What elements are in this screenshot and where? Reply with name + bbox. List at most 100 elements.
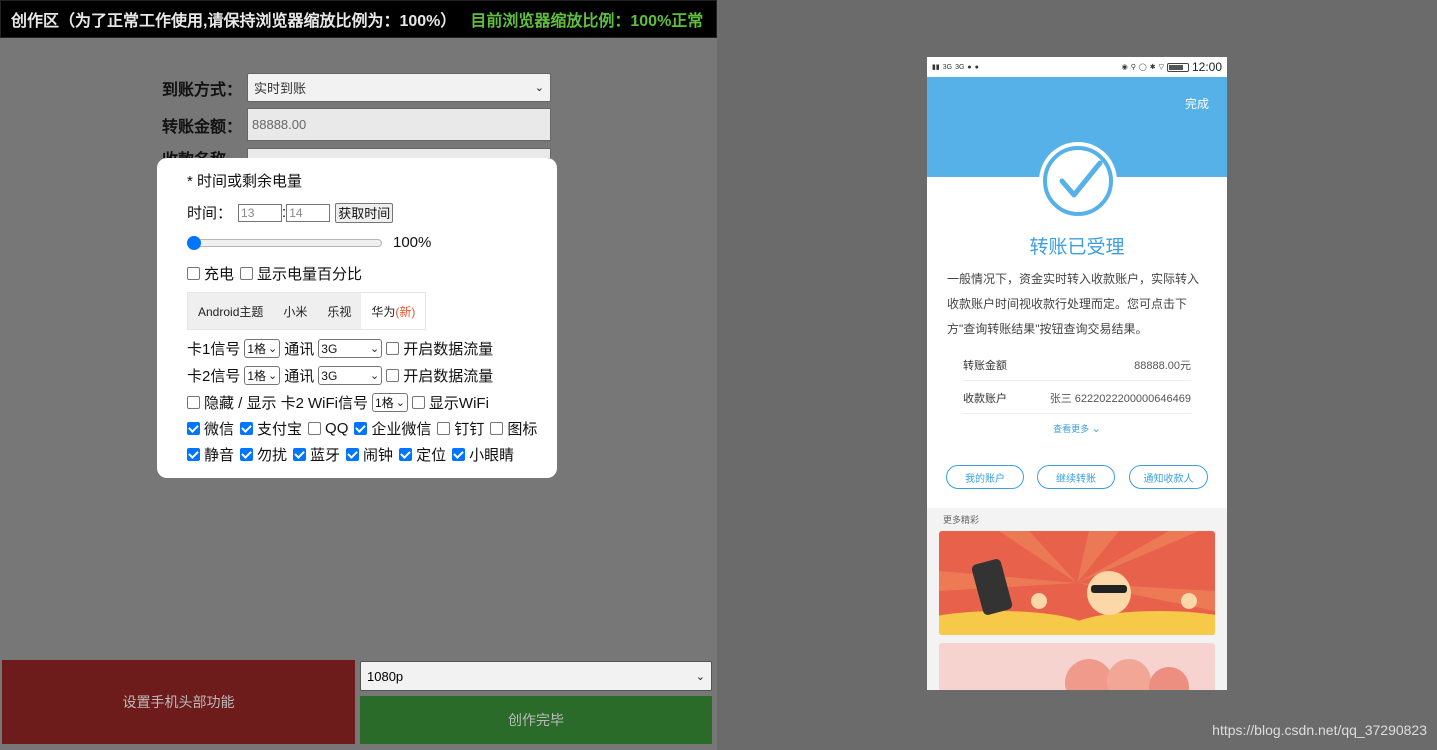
- view-more-label: 查看更多: [1053, 424, 1090, 434]
- show-wifi-checkbox[interactable]: [411, 396, 425, 409]
- name-input[interactable]: [247, 148, 551, 158]
- sim2-network-label: 通讯: [284, 368, 315, 385]
- dnd-checkbox[interactable]: [240, 448, 254, 461]
- location-checkbox[interactable]: [399, 448, 413, 461]
- mute-checkbox[interactable]: [187, 448, 200, 461]
- chevron-down-icon: ⌄: [268, 370, 278, 382]
- sim1-network-label: 通讯: [284, 341, 315, 358]
- phone-preview: ▮▮ 3G 3G ● ● ◉ ⚲ ◯ ✱ ▽ 12:00 完成 转账已受理 一般…: [927, 57, 1227, 690]
- sim1-network-value: 3G: [321, 341, 338, 356]
- battery-slider[interactable]: [187, 235, 382, 250]
- qq-checkbox[interactable]: [308, 422, 322, 435]
- shake-banner-illustration: [939, 531, 1215, 635]
- watermark: https://blog.csdn.net/qq_37290823: [1212, 722, 1427, 738]
- sim1-signal-value: 1格: [247, 342, 267, 356]
- sim2-signal-value: 1格: [247, 369, 267, 383]
- sim1-data-label: 开启数据流量: [403, 341, 494, 358]
- charging-checkbox[interactable]: [187, 267, 200, 280]
- get-time-button[interactable]: 获取时间: [335, 202, 394, 223]
- chevron-down-icon: ⌄: [370, 343, 380, 355]
- method-select[interactable]: 实时到账 ⌄: [247, 73, 551, 102]
- new-badge: (新): [395, 304, 416, 319]
- tab-huawei[interactable]: 华为 (新): [361, 293, 426, 329]
- sim2-data-checkbox[interactable]: [386, 369, 400, 382]
- icon-checkbox[interactable]: [490, 422, 504, 435]
- statusbar-left: ▮▮ 3G 3G ● ●: [932, 63, 979, 72]
- bluetooth-checkbox[interactable]: [293, 448, 307, 461]
- amount-input[interactable]: 88888.00: [247, 108, 551, 141]
- method-row: 到账方式： 实时到账 ⌄: [162, 73, 551, 102]
- set-phone-header-button[interactable]: 设置手机头部功能: [2, 660, 355, 744]
- hour-input[interactable]: 13: [238, 203, 283, 222]
- location-icon: ⚲: [1130, 64, 1136, 71]
- alarm-checkbox[interactable]: [346, 448, 360, 461]
- chevron-down-icon: ⌄: [268, 343, 278, 355]
- zoom-status-text: 目前浏览器缩放比例：100%正常: [470, 13, 704, 30]
- done-link[interactable]: 完成: [1185, 95, 1209, 112]
- wifi-signal-select[interactable]: 1格 ⌄: [372, 393, 408, 412]
- amount-info-row: 转账金额 88888.00元: [963, 349, 1191, 381]
- icon-label: 图标: [507, 421, 538, 438]
- icon-toggles-row-1: 微信 支付宝 QQ 企业微信 钉钉 图标: [187, 418, 537, 439]
- sim2-signal-label: 卡2信号: [187, 368, 241, 385]
- time-label: 时间：: [187, 205, 233, 222]
- time-row: 时间： 13 : 14 获取时间: [187, 202, 394, 223]
- tab-android[interactable]: Android主题: [188, 293, 274, 329]
- dingtalk-checkbox[interactable]: [437, 422, 451, 435]
- show-wifi-label: 显示WiFi: [428, 395, 489, 412]
- view-more-link[interactable]: 查看更多 ⌄: [927, 422, 1227, 435]
- network-type-2: 3G: [955, 63, 965, 71]
- sim1-signal-select[interactable]: 1格 ⌄: [244, 339, 281, 358]
- chevron-down-icon: ⌄: [395, 397, 405, 409]
- work-wechat-checkbox[interactable]: [354, 422, 368, 435]
- more-section-label: 更多精彩: [943, 515, 980, 525]
- theme-tabs: Android主题 小米 乐视 华为 (新): [187, 292, 427, 330]
- eye-icon: ◉: [1121, 64, 1128, 71]
- bluetooth-label: 蓝牙: [310, 447, 341, 464]
- alipay-label: 支付宝: [257, 421, 303, 438]
- signal-icon: ▮▮: [932, 64, 940, 71]
- continue-transfer-button[interactable]: 继续转账: [1037, 465, 1115, 489]
- editor-header: 创作区（为了正常工作使用,请保持浏览器缩放比例为：100%） 目前浏览器缩放比例…: [0, 0, 717, 38]
- statusbar-right: ◉ ⚲ ◯ ✱ ▽ 12:00: [1122, 60, 1222, 74]
- resolution-value: 1080p: [367, 668, 404, 684]
- eye-checkbox[interactable]: [452, 448, 466, 461]
- tab-xiaomi[interactable]: 小米: [273, 293, 318, 329]
- alipay-checkbox[interactable]: [240, 422, 254, 435]
- editor-area: 创作区（为了正常工作使用,请保持浏览器缩放比例为：100%） 目前浏览器缩放比例…: [0, 0, 717, 750]
- promo-banner-shake[interactable]: [939, 531, 1215, 635]
- qq-label: QQ: [325, 420, 349, 437]
- location-label: 定位: [416, 447, 447, 464]
- account-info-label: 收款账户: [963, 392, 1007, 405]
- chevron-down-icon: ⌄: [534, 82, 544, 94]
- hide-sim2-checkbox[interactable]: [187, 396, 200, 409]
- status-bar-settings-panel: * 时间或剩余电量 时间： 13 : 14 获取时间 100% 充电 显示电量百…: [157, 158, 557, 478]
- zoom-warning-text: 创作区（为了正常工作使用,请保持浏览器缩放比例为：100%）: [11, 13, 457, 30]
- account-info-row: 收款账户 张三 6222022200000646469: [963, 382, 1191, 414]
- name-row: 收款名称: [162, 148, 551, 158]
- promo-banner-harvest[interactable]: [939, 643, 1215, 690]
- sim2-signal-select[interactable]: 1格 ⌄: [244, 366, 281, 385]
- check-circle-icon: [1039, 142, 1117, 220]
- my-account-button[interactable]: 我的账户: [946, 465, 1024, 489]
- wechat-checkbox[interactable]: [187, 422, 200, 435]
- sim2-network-select[interactable]: 3G ⌄: [318, 366, 383, 385]
- tab-letv[interactable]: 乐视: [317, 293, 362, 329]
- method-select-value: 实时到账: [254, 81, 307, 96]
- wifi-signal-value: 1格: [375, 396, 394, 410]
- notify-payee-button[interactable]: 通知收款人: [1129, 465, 1208, 489]
- sim1-data-checkbox[interactable]: [386, 342, 400, 355]
- minute-input[interactable]: 14: [286, 203, 331, 222]
- finish-creation-button[interactable]: 创作完毕: [360, 696, 712, 744]
- alarm-label: 闹钟: [363, 447, 394, 464]
- battery-icon: [1166, 62, 1189, 72]
- sim1-network-select[interactable]: 3G ⌄: [318, 339, 383, 358]
- network-type-1: 3G: [942, 63, 953, 71]
- phone-statusbar: ▮▮ 3G 3G ● ● ◉ ⚲ ◯ ✱ ▽ 12:00: [927, 57, 1227, 77]
- sim2-data-label: 开启数据流量: [403, 368, 494, 385]
- resolution-select[interactable]: 1080p ⌄: [360, 661, 712, 691]
- amount-info-value: 88888.00元: [1134, 359, 1191, 372]
- battery-slider-thumb[interactable]: [187, 235, 201, 250]
- sim1-row: 卡1信号 1格 ⌄ 通讯 3G ⌄ 开启数据流量: [187, 338, 493, 359]
- show-percent-checkbox[interactable]: [240, 267, 254, 280]
